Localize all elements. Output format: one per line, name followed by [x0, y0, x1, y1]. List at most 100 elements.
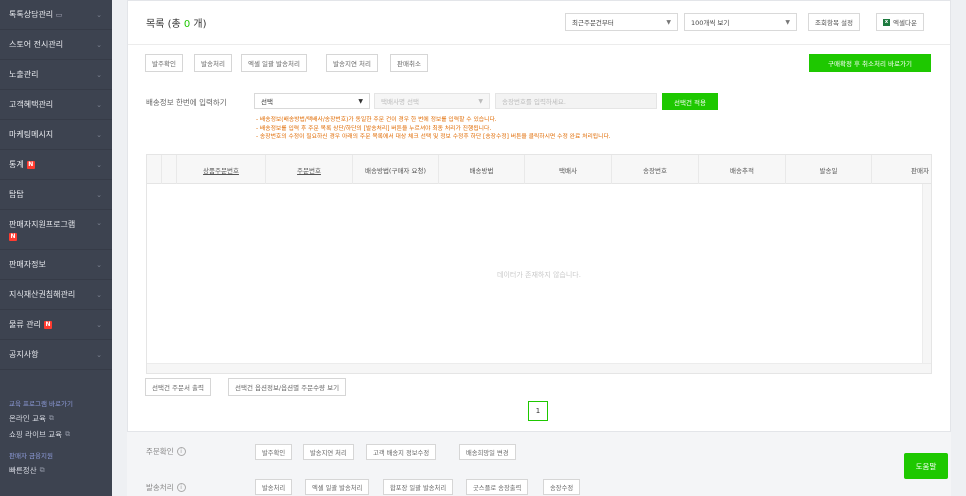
- sidebar-item-marketing-message[interactable]: 마케팅메시지 ⌄: [0, 120, 112, 150]
- sidebar-item-label: 지식재산권침해관리: [9, 290, 76, 299]
- bottom-ship-button[interactable]: 발송처리: [255, 479, 293, 495]
- sidebar-item-store-display[interactable]: 스토어 전시관리 ⌄: [0, 30, 112, 60]
- chevron-down-icon: ⌄: [96, 219, 102, 227]
- cancel-after-purchase-button[interactable]: 구매확정 후 취소처리 바로가기: [809, 54, 931, 72]
- combined-bulk-ship-button[interactable]: 합포장 일괄 발송처리: [383, 479, 454, 495]
- print-order-sheet-button[interactable]: 선택건 주문서 출력: [145, 378, 211, 396]
- delivery-method-value: 선택: [261, 98, 273, 106]
- caret-down-icon: ▼: [358, 97, 363, 105]
- online-education-link[interactable]: 온라인 교육 ⧉: [0, 413, 112, 424]
- caret-down-icon: ▼: [666, 18, 671, 26]
- row-label-text: 발송처리: [146, 483, 174, 492]
- view-option-quantity-button[interactable]: 선택건 옵션정보/옵션별 주문수량 보기: [228, 378, 347, 396]
- chevron-down-icon: ⌄: [96, 290, 102, 299]
- table-header: 상품주문번호 주문번호 배송방법(구매자 요청) 배송방법 택배사 송장번호 배…: [147, 155, 931, 184]
- sidebar-item-label: 판매자정보: [9, 260, 46, 269]
- sidebar-item-label: 공지사항: [9, 350, 39, 359]
- info-icon[interactable]: i: [176, 447, 186, 456]
- edit-address-button[interactable]: 고객 배송지 정보수정: [366, 444, 437, 460]
- caret-down-icon: ▼: [785, 18, 790, 26]
- chevron-down-icon: ⌄: [96, 160, 102, 169]
- bottom-confirm-order-button[interactable]: 발주확인: [255, 444, 293, 460]
- list-header: 목록 (총 0 개) 최근주문건부터 ▼ 100개씩 보기 ▼ 조회항목 설정 …: [128, 1, 950, 45]
- tracking-number-input[interactable]: 송장번호를 입력하세요.: [495, 93, 657, 109]
- delay-shipping-button[interactable]: 발송지연 처리: [326, 54, 378, 72]
- courier-select[interactable]: 택배사명 선택 ▼: [374, 93, 490, 109]
- sidebar-item-seller-info[interactable]: 판매자정보 ⌄: [0, 250, 112, 280]
- horizontal-scrollbar[interactable]: [147, 363, 931, 373]
- col-courier: 택배사: [525, 155, 612, 184]
- delivery-method-select[interactable]: 선택 ▼: [254, 93, 370, 109]
- empty-table-message: 데이터가 존재하지 않습니다.: [497, 271, 581, 279]
- chevron-down-icon: ⌄: [96, 190, 102, 199]
- page-1-button[interactable]: 1: [528, 401, 548, 421]
- sidebar-item-notice[interactable]: 공지사항 ⌄: [0, 340, 112, 370]
- col-ship-date: 발송일: [786, 155, 872, 184]
- sidebar-item-customer-benefits[interactable]: 고객혜택관리 ⌄: [0, 90, 112, 120]
- col-delivery-method: 배송방법: [439, 155, 525, 184]
- bulk-input-label: 배송정보 한번에 입력하기: [146, 98, 227, 107]
- chat-icon: ▭: [55, 11, 63, 19]
- column-settings-button[interactable]: 조회항목 설정: [808, 13, 860, 31]
- sidebar-item-exposure[interactable]: 노출관리 ⌄: [0, 60, 112, 90]
- sort-select[interactable]: 최근주문건부터 ▼: [565, 13, 678, 31]
- sidebar-item-statistics[interactable]: 통계 N ⌄: [0, 150, 112, 180]
- chevron-down-icon: ⌄: [96, 130, 102, 139]
- page-size-select[interactable]: 100개씩 보기 ▼: [684, 13, 797, 31]
- note-line: - 배송정보(배송방법/택배사/송장번호)가 동일한 주문 건이 경우 한 번에…: [256, 117, 497, 123]
- col-delivery-tracking: 배송추적: [699, 155, 786, 184]
- cancel-sale-button[interactable]: 판매취소: [390, 54, 428, 72]
- chevron-down-icon: ⌄: [96, 10, 102, 19]
- link-label: 쇼핑 라이브 교육: [9, 430, 63, 439]
- note-line: - 송장번호의 수정이 필요하신 경우 아래의 주문 목록에서 대상 체크 선택…: [256, 134, 611, 140]
- quick-settlement-link[interactable]: 빠른정산 ⧉: [0, 465, 112, 476]
- apply-selected-button[interactable]: 선택건 적용: [662, 93, 718, 110]
- bottom-delay-shipping-button[interactable]: 발송지연 처리: [303, 444, 354, 460]
- title-suffix: 개): [190, 19, 207, 30]
- sidebar-item-label: 톡톡상담관리: [9, 10, 54, 19]
- sidebar-item-talktalk[interactable]: 톡톡상담관리 ▭ ⌄: [0, 0, 112, 30]
- ship-button[interactable]: 발송처리: [194, 54, 232, 72]
- shopping-live-education-link[interactable]: 쇼핑 라이브 교육 ⧉: [0, 429, 112, 440]
- info-icon[interactable]: i: [176, 483, 186, 492]
- list-title: 목록 (총 0 개): [146, 15, 207, 30]
- chevron-down-icon: ⌄: [96, 70, 102, 79]
- new-badge: N: [43, 320, 52, 329]
- education-section-title: 교육 프로그램 바로가기: [9, 400, 73, 408]
- col-order-no[interactable]: 주문번호: [266, 155, 353, 184]
- bottom-excel-bulk-ship-button[interactable]: 엑셀 일괄 발송처리: [305, 479, 370, 495]
- confirm-order-button[interactable]: 발주확인: [145, 54, 183, 72]
- chevron-down-icon: ⌄: [96, 260, 102, 269]
- sidebar-item-label: 판매자지원프로그램: [9, 220, 76, 229]
- col-product-order-no[interactable]: 상품주문번호: [177, 155, 266, 184]
- title-prefix: 목록 (총: [146, 19, 184, 30]
- bottom-action-panel: 주문확인 i 발주확인 발송지연 처리 고객 배송지 정보수정 배송희망일 변경…: [127, 432, 951, 496]
- note-line: - 배송정보를 입력 후 주문 목록 상단/하단의 [발송처리] 버튼을 누르셔…: [256, 125, 492, 132]
- col-seller: 판매자: [911, 166, 929, 175]
- shipping-row-label: 발송처리 i: [146, 482, 186, 493]
- sidebar-item-tab[interactable]: 탑탑 ⌄: [0, 180, 112, 210]
- goodsflow-print-button[interactable]: 굿스플로 송장출력: [466, 479, 529, 495]
- chevron-down-icon: ⌄: [96, 40, 102, 49]
- excel-button-label: 엑셀다운: [893, 19, 917, 27]
- caret-down-icon: ▼: [478, 97, 483, 105]
- sidebar-item-label: 고객혜택관리: [9, 100, 54, 109]
- external-link-icon: ⧉: [65, 430, 71, 438]
- vertical-scrollbar[interactable]: [922, 184, 931, 364]
- checkbox-column[interactable]: [147, 155, 162, 184]
- col-delivery-method-requested: 배송방법(구매자 요청): [353, 155, 439, 184]
- external-link-icon: ⧉: [39, 466, 45, 474]
- excel-download-button[interactable]: x 엑셀다운: [876, 13, 924, 31]
- sidebar-item-seller-support[interactable]: 판매자지원프로그램 N ⌄: [0, 210, 112, 250]
- blank-column: [162, 155, 177, 184]
- row-label-text: 주문확인: [146, 447, 174, 456]
- order-confirm-row-label: 주문확인 i: [146, 446, 186, 457]
- excel-bulk-ship-button[interactable]: 엑셀 일괄 발송처리: [241, 54, 307, 72]
- sidebar-item-ip-infringement[interactable]: 지식재산권침해관리 ⌄: [0, 280, 112, 310]
- change-delivery-date-button[interactable]: 배송희망일 변경: [459, 444, 516, 460]
- main-content: 목록 (총 0 개) 최근주문건부터 ▼ 100개씩 보기 ▼ 조회항목 설정 …: [112, 0, 966, 496]
- edit-tracking-button[interactable]: 송장수정: [543, 479, 581, 495]
- chevron-down-icon: ⌄: [96, 100, 102, 109]
- sidebar-item-logistics[interactable]: 물류 관리 N ⌄: [0, 310, 112, 340]
- help-button[interactable]: 도움말: [904, 453, 948, 479]
